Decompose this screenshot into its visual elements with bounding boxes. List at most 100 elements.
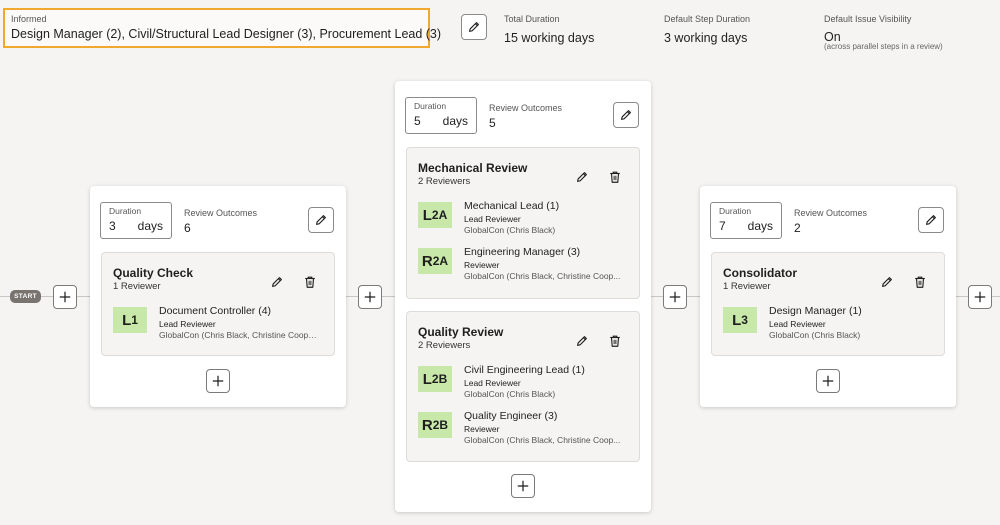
reviewer-name: Civil Engineering Lead (1) bbox=[464, 364, 585, 376]
pencil-icon bbox=[270, 275, 284, 289]
edit-card-button[interactable] bbox=[308, 207, 334, 233]
duration-label: Duration bbox=[414, 101, 447, 111]
reviewer-role: Reviewer bbox=[464, 260, 500, 270]
pencil-icon bbox=[880, 275, 894, 289]
edit-card-button[interactable] bbox=[613, 102, 639, 128]
delete-step-button[interactable] bbox=[606, 168, 624, 186]
reviewer-row[interactable]: R 2A Engineering Manager (3) Reviewer Glo… bbox=[418, 246, 628, 281]
step-title: Quality Review bbox=[418, 325, 504, 339]
trash-icon bbox=[303, 275, 317, 289]
review-outcomes-label: Review Outcomes bbox=[489, 103, 563, 113]
plus-icon bbox=[668, 290, 682, 304]
step-title: Consolidator bbox=[723, 266, 797, 280]
reviewer-name: Mechanical Lead (1) bbox=[464, 200, 560, 212]
total-duration: Total Duration 15 working days bbox=[504, 14, 594, 45]
review-outcomes-value: 6 bbox=[184, 221, 191, 235]
reviewer-org: GlobalCon (Chris Black) bbox=[464, 389, 556, 399]
review-outcomes-value: 2 bbox=[794, 221, 801, 235]
reviewer-org: GlobalCon (Chris Black, Christine Coop..… bbox=[464, 271, 621, 281]
informed-field[interactable]: Informed Design Manager (2), Civil/Struc… bbox=[3, 8, 441, 48]
plus-icon bbox=[516, 479, 530, 493]
reviewer-row[interactable]: L 2A Mechanical Lead (1) Lead Reviewer Gl… bbox=[418, 200, 628, 235]
edit-step-button[interactable] bbox=[573, 332, 591, 350]
issue-visibility-label: Default Issue Visibility bbox=[824, 14, 912, 24]
reviewer-badge: L3 bbox=[723, 307, 757, 333]
edit-review-settings-button[interactable] bbox=[461, 14, 487, 40]
review-outcomes: Review Outcomes 6 bbox=[184, 208, 257, 235]
add-step-between-1-2-button[interactable] bbox=[358, 285, 382, 309]
plus-icon bbox=[58, 290, 72, 304]
add-step-after-button[interactable] bbox=[968, 285, 992, 309]
add-parallel-step-button[interactable] bbox=[206, 369, 230, 393]
reviewer-role: Lead Reviewer bbox=[464, 214, 521, 224]
review-step-card-1: Duration 3 days Review Outcomes 6 Quality… bbox=[90, 186, 346, 407]
delete-step-button[interactable] bbox=[301, 273, 319, 291]
duration-value: 3 bbox=[109, 219, 116, 233]
trash-icon bbox=[608, 170, 622, 184]
pencil-icon bbox=[314, 213, 328, 227]
reviewer-name: Quality Engineer (3) bbox=[464, 410, 558, 422]
default-issue-visibility: Default Issue Visibility On (across para… bbox=[824, 14, 943, 51]
pencil-icon bbox=[575, 170, 589, 184]
plus-icon bbox=[973, 290, 987, 304]
review-step-card-3: Duration 7 days Review Outcomes 2 Consoli… bbox=[700, 186, 956, 407]
informed-label: Informed bbox=[11, 14, 47, 24]
review-outcomes-label: Review Outcomes bbox=[184, 208, 258, 218]
step-title: Quality Check bbox=[113, 266, 194, 280]
plus-icon bbox=[363, 290, 377, 304]
pencil-icon bbox=[467, 20, 481, 34]
review-outcomes-label: Review Outcomes bbox=[794, 208, 868, 218]
review-step-card-2: Duration 5 days Review Outcomes 5 Mechani… bbox=[395, 81, 651, 512]
duration-field[interactable]: Duration 3 days bbox=[100, 202, 172, 239]
plus-icon bbox=[821, 374, 835, 388]
reviewer-row[interactable]: L 2B Civil Engineering Lead (1) Lead Revi… bbox=[418, 364, 628, 399]
edit-step-button[interactable] bbox=[878, 273, 896, 291]
reviewer-role: Reviewer bbox=[464, 424, 500, 434]
duration-value: 5 bbox=[414, 114, 421, 128]
add-parallel-step-button[interactable] bbox=[816, 369, 840, 393]
delete-step-button[interactable] bbox=[606, 332, 624, 350]
total-duration-label: Total Duration bbox=[504, 14, 560, 24]
reviewer-badge: L1 bbox=[113, 307, 147, 333]
add-parallel-step-button[interactable] bbox=[511, 474, 535, 498]
step-reviewer-count: 1 Reviewer bbox=[723, 281, 771, 292]
duration-label: Duration bbox=[109, 206, 142, 216]
reviewer-badge: R 2A bbox=[418, 248, 452, 274]
add-step-before-button[interactable] bbox=[53, 285, 77, 309]
total-duration-value: 15 working days bbox=[504, 31, 595, 45]
review-outcomes-value: 5 bbox=[489, 116, 496, 130]
reviewer-role: Lead Reviewer bbox=[159, 319, 216, 329]
edit-card-button[interactable] bbox=[918, 207, 944, 233]
reviewer-badge: L 2A bbox=[418, 202, 452, 228]
edit-step-button[interactable] bbox=[268, 273, 286, 291]
duration-unit: days bbox=[747, 219, 773, 233]
step-panel: Quality Check 1 Reviewer L1 Document Con… bbox=[101, 252, 335, 356]
duration-unit: days bbox=[442, 114, 468, 128]
add-step-between-2-3-button[interactable] bbox=[663, 285, 687, 309]
step-panel: Consolidator 1 Reviewer L3 Design Manage… bbox=[711, 252, 945, 356]
start-badge: START bbox=[10, 290, 41, 303]
review-outcomes: Review Outcomes 5 bbox=[489, 103, 562, 130]
reviewer-name: Design Manager (1) bbox=[769, 305, 862, 317]
pencil-icon bbox=[924, 213, 938, 227]
step-panel: Quality Review 2 Reviewers L 2B Civil Eng… bbox=[406, 311, 640, 462]
default-step-duration: Default Step Duration 3 working days bbox=[664, 14, 750, 45]
duration-value: 7 bbox=[719, 219, 726, 233]
default-step-duration-label: Default Step Duration bbox=[664, 14, 751, 24]
step-panel: Mechanical Review 2 Reviewers L 2A Mechan… bbox=[406, 147, 640, 299]
reviewer-role: Lead Reviewer bbox=[464, 378, 521, 388]
reviewer-row[interactable]: R 2B Quality Engineer (3) Reviewer Global… bbox=[418, 410, 628, 445]
step-reviewer-count: 2 Reviewers bbox=[418, 340, 471, 351]
trash-icon bbox=[608, 334, 622, 348]
duration-field[interactable]: Duration 7 days bbox=[710, 202, 782, 239]
edit-step-button[interactable] bbox=[573, 168, 591, 186]
reviewer-badge: R 2B bbox=[418, 412, 452, 438]
delete-step-button[interactable] bbox=[911, 273, 929, 291]
duration-field[interactable]: Duration 5 days bbox=[405, 97, 477, 134]
reviewer-row[interactable]: L1 Document Controller (4) Lead Reviewer… bbox=[113, 305, 323, 340]
reviewer-name: Document Controller (4) bbox=[159, 305, 272, 317]
duration-label: Duration bbox=[719, 206, 752, 216]
step-reviewer-count: 1 Reviewer bbox=[113, 281, 161, 292]
reviewer-org: GlobalCon (Chris Black, Christine Coop..… bbox=[464, 435, 621, 445]
reviewer-row[interactable]: L3 Design Manager (1) Lead Reviewer Glob… bbox=[723, 305, 933, 340]
